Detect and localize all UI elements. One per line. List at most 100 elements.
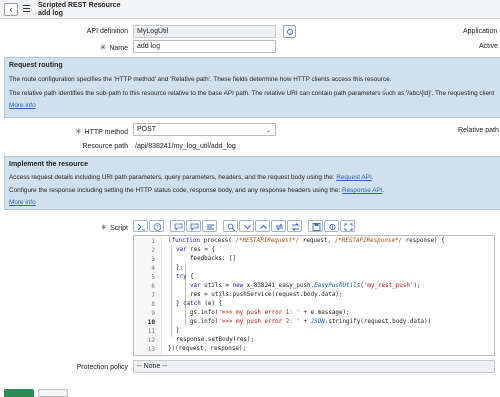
replace-all-button[interactable]: [287, 220, 302, 232]
name-label: ✳ Name: [40, 43, 128, 52]
uncomment-icon: [190, 223, 199, 231]
replace-all-icon: [291, 223, 300, 231]
debug-icon: [329, 223, 336, 231]
code-line-8: } catch (e) {: [176, 301, 223, 307]
code-line-6: var utils = new x_838241_easy_push.EasyP…: [190, 283, 421, 289]
chevron-up-icon: [260, 224, 267, 229]
name-field[interactable]: add log: [133, 40, 276, 53]
line-number: 10: [147, 319, 155, 326]
http-method-select[interactable]: POST ⌄: [133, 123, 276, 136]
request-routing-more-info-link[interactable]: More info: [9, 102, 36, 109]
line-number: 5: [151, 274, 155, 281]
resource-path-value: /api/838241/my_log_util/add_log: [135, 143, 236, 150]
hamburger-menu-icon[interactable]: [23, 5, 30, 13]
search-button[interactable]: [223, 220, 238, 232]
code-line-7: res = utils.pushService(request.body.dat…: [190, 292, 343, 298]
svg-text:?: ?: [156, 225, 159, 231]
line-number: 1: [151, 238, 155, 245]
chevron-down-icon: [244, 225, 251, 230]
response-api-link[interactable]: Response API: [342, 187, 383, 194]
search-icon: [227, 223, 236, 231]
code-line-12: response.setBody(res);: [176, 337, 255, 343]
implement-resource-line-2: Configure the response including setting…: [9, 187, 384, 194]
expand-icon: [344, 223, 353, 231]
toggle-syntax-button[interactable]: [133, 220, 148, 232]
protection-policy-label: Protection policy: [76, 364, 128, 371]
implement-resource-line-1: Access request details including URI pat…: [9, 174, 374, 181]
line-number: 7: [151, 292, 155, 299]
line-number: 11: [147, 328, 155, 335]
request-routing-info: Request routing The route configuration …: [4, 57, 500, 118]
http-method-label-text: HTTP method: [84, 129, 128, 136]
api-definition-field[interactable]: MyLogUtil: [133, 25, 276, 38]
find-previous-button[interactable]: [255, 220, 270, 232]
required-icon: ✳: [99, 43, 107, 52]
resource-path-label: Resource path: [82, 143, 128, 150]
name-label-text: Name: [109, 45, 128, 52]
code-line-1: (function process( /*RESTAPIRequest*/ re…: [168, 238, 445, 244]
save-button[interactable]: [308, 220, 323, 232]
line-number: 3: [151, 256, 155, 263]
update-button[interactable]: [4, 389, 34, 397]
uncomment-button[interactable]: [186, 220, 201, 232]
code-line-2: var res = {: [176, 247, 216, 253]
code-line-10: gs.info('>>> my push error 2: ' + JSON.s…: [190, 319, 432, 325]
http-method-label: ✳ HTTP method: [40, 127, 128, 136]
request-routing-title: Request routing: [9, 62, 63, 69]
code-line-13: })(request, response);: [168, 346, 247, 352]
code-line-11: }: [176, 328, 180, 334]
script-debugger-button[interactable]: [324, 220, 339, 232]
http-method-value: POST: [137, 126, 157, 133]
implement-resource-info: Implement the resource Access request de…: [4, 156, 500, 210]
request-routing-line-2: The relative path identifies the sub-pat…: [9, 90, 495, 97]
script-toggle-icon: [137, 223, 145, 231]
implement-resource-title: Implement the resource: [9, 161, 88, 168]
implement-resource-more-info-link[interactable]: More info: [9, 199, 36, 206]
application-label: Application: [463, 28, 498, 35]
response-api-text: Configure the response including setting…: [9, 187, 341, 194]
script-label-text: Script: [110, 225, 128, 232]
help-button[interactable]: ?: [149, 220, 164, 232]
line-number: 2: [151, 247, 155, 254]
chevron-left-icon: ‹: [9, 4, 13, 14]
replace-button[interactable]: [271, 220, 286, 232]
active-label: Active: [479, 43, 499, 50]
chevron-down-icon: ⌄: [265, 128, 271, 134]
back-button[interactable]: ‹: [4, 3, 18, 16]
line-number: 9: [151, 310, 155, 317]
form-title: Scripted REST Resource: [38, 2, 121, 9]
request-api-link[interactable]: Request API: [336, 174, 372, 181]
code-line-4: };: [176, 265, 184, 271]
script-editor[interactable]: 1 2 3 4 5 6 7 8 9 10 11 12 13 (function …: [133, 235, 495, 356]
line-number: 8: [151, 301, 155, 308]
request-routing-line-1: The route configuration specifies the 'H…: [9, 76, 392, 83]
protection-policy-select[interactable]: -- None --: [133, 360, 495, 373]
comment-icon: [174, 223, 183, 231]
line-number: 6: [151, 283, 155, 290]
line-number: 12: [147, 337, 155, 344]
form-header: ‹ Scripted REST Resource add log: [0, 0, 500, 19]
relative-path-label: Relative path: [458, 127, 499, 134]
request-api-period: .: [371, 174, 374, 181]
format-code-button[interactable]: [202, 220, 217, 232]
required-icon: ✳: [74, 127, 82, 136]
line-number-gutter: 1 2 3 4 5 6 7 8 9 10 11 12 13: [134, 236, 162, 355]
api-definition-label: API definition: [86, 28, 128, 35]
format-icon: [207, 224, 214, 230]
line-number: 4: [151, 265, 155, 272]
code-line-3: feedbacks: []: [190, 256, 237, 262]
secondary-button[interactable]: [38, 389, 68, 397]
response-api-period: .: [382, 187, 385, 194]
fullscreen-button[interactable]: [340, 220, 355, 232]
form-subtitle: add log: [38, 10, 63, 17]
find-next-button[interactable]: [239, 220, 254, 232]
request-api-text: Access request details including URI pat…: [9, 174, 335, 181]
save-icon: [312, 223, 321, 231]
script-label: ✳ Script: [40, 223, 128, 232]
code-line-5: try {: [176, 274, 194, 280]
comment-button[interactable]: [170, 220, 185, 232]
api-definition-info-button[interactable]: i: [283, 25, 296, 38]
required-icon: ✳: [100, 223, 108, 232]
line-number: 13: [147, 346, 155, 353]
code-line-9: gs.info('>>> my push error 1: ' + e.mess…: [190, 310, 350, 316]
